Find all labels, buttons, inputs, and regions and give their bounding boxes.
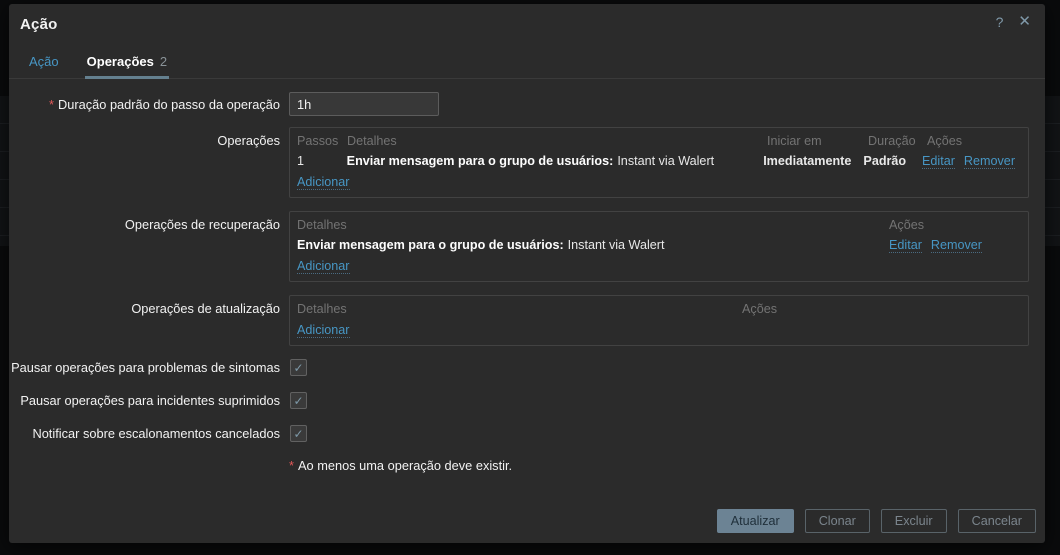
action-dialog: Ação ? ✕ Ação Operações 2 * Duração padrão…	[9, 4, 1045, 543]
tab-acao[interactable]: Ação	[27, 54, 61, 79]
operations-row: Operações Passos Detalhes Iniciar em Dur…	[9, 127, 1045, 198]
operation-details-target: Instant via Walert	[617, 154, 714, 168]
recovery-details-target: Instant via Walert	[568, 238, 665, 252]
header-detalhes: Detalhes	[340, 128, 760, 150]
close-icon[interactable]: ✕	[1018, 13, 1031, 31]
pause-symptom-row: Pausar operações para problemas de sinto…	[9, 359, 1045, 376]
pause-symptom-label: Pausar operações para problemas de sinto…	[9, 359, 289, 376]
recovery-details-type: Enviar mensagem para o grupo de usuários…	[297, 238, 564, 252]
pause-suppressed-checkbox[interactable]: ✓	[290, 392, 307, 409]
operation-step: 1	[290, 150, 340, 170]
header-duracao: Duração	[861, 128, 920, 150]
duration-input[interactable]	[289, 92, 439, 116]
tab-operacoes-label: Operações	[87, 54, 154, 69]
pause-suppressed-label: Pausar operações para incidentes suprimi…	[9, 392, 289, 409]
check-icon: ✓	[293, 362, 303, 374]
required-note: * Ao menos uma operação deve existir.	[289, 458, 1045, 473]
operations-form: * Duração padrão do passo da operação Ope…	[9, 79, 1045, 473]
edit-recovery-link[interactable]: Editar	[889, 238, 922, 253]
notify-cancelled-checkbox[interactable]: ✓	[290, 425, 307, 442]
duration-label-text: Duração padrão do passo da operação	[58, 97, 280, 112]
dialog-footer: Atualizar Clonar Excluir Cancelar	[717, 509, 1036, 533]
header-detalhes: Detalhes	[290, 296, 735, 318]
header-acoes: Ações	[882, 212, 1028, 234]
add-update-link[interactable]: Adicionar	[297, 323, 350, 338]
check-icon: ✓	[293, 395, 303, 407]
add-operation-link[interactable]: Adicionar	[297, 175, 350, 190]
update-add-row: Adicionar	[290, 318, 1028, 345]
recovery-operations-row: Operações de recuperação Detalhes Ações …	[9, 211, 1045, 282]
required-note-text: Ao menos uma operação deve existir.	[298, 458, 512, 473]
remove-operation-link[interactable]: Remover	[964, 154, 1015, 169]
add-recovery-link[interactable]: Adicionar	[297, 259, 350, 274]
screen: Ação ? ✕ Ação Operações 2 * Duração padrão…	[0, 0, 1060, 555]
operation-table-row: 1 Enviar mensagem para o grupo de usuári…	[290, 150, 1028, 170]
update-operations-row: Operações de atualização Detalhes Ações …	[9, 295, 1045, 346]
tab-bar: Ação Operações 2	[9, 54, 1045, 79]
update-table-header: Detalhes Ações	[290, 296, 1028, 318]
pause-symptom-checkbox[interactable]: ✓	[290, 359, 307, 376]
header-passos: Passos	[290, 128, 340, 150]
notify-cancelled-row: Notificar sobre escalonamentos cancelado…	[9, 425, 1045, 442]
help-icon[interactable]: ?	[996, 13, 1004, 31]
remove-recovery-link[interactable]: Remover	[931, 238, 982, 253]
update-button[interactable]: Atualizar	[717, 509, 794, 533]
operation-duration: Padrão	[856, 150, 915, 170]
operation-details-type: Enviar mensagem para o grupo de usuários…	[347, 154, 614, 168]
dialog-title: Ação	[20, 16, 57, 33]
operation-actions: Editar Remover	[915, 150, 1028, 170]
note-row: * Ao menos uma operação deve existir.	[9, 458, 1045, 473]
notify-cancelled-label: Notificar sobre escalonamentos cancelado…	[9, 425, 289, 442]
required-marker: *	[289, 458, 294, 473]
header-detalhes: Detalhes	[290, 212, 882, 234]
recovery-table-header: Detalhes Ações	[290, 212, 1028, 234]
cancel-button[interactable]: Cancelar	[958, 509, 1036, 533]
header-acoes: Ações	[735, 296, 1028, 318]
duration-label: * Duração padrão do passo da operação	[9, 92, 289, 113]
tab-acao-label: Ação	[29, 54, 59, 69]
edit-operation-link[interactable]: Editar	[922, 154, 955, 169]
recovery-details: Enviar mensagem para o grupo de usuários…	[290, 234, 882, 254]
delete-button[interactable]: Excluir	[881, 509, 947, 533]
required-marker: *	[49, 97, 54, 112]
clone-button[interactable]: Clonar	[805, 509, 870, 533]
header-acoes: Ações	[920, 128, 1028, 150]
dialog-header: Ação ? ✕	[9, 4, 1045, 33]
recovery-operations-table: Detalhes Ações Enviar mensagem para o gr…	[289, 211, 1029, 282]
check-icon: ✓	[293, 428, 303, 440]
operations-table: Passos Detalhes Iniciar em Duração Ações…	[289, 127, 1029, 198]
operations-add-row: Adicionar	[290, 170, 1028, 197]
recovery-table-row: Enviar mensagem para o grupo de usuários…	[290, 234, 1028, 254]
operations-label: Operações	[9, 127, 289, 149]
update-operations-table: Detalhes Ações Adicionar	[289, 295, 1029, 346]
pause-suppressed-row: Pausar operações para incidentes suprimi…	[9, 392, 1045, 409]
update-operations-label: Operações de atualização	[9, 295, 289, 317]
recovery-add-row: Adicionar	[290, 254, 1028, 281]
recovery-operations-label: Operações de recuperação	[9, 211, 289, 233]
recovery-actions: Editar Remover	[882, 234, 1028, 254]
operations-table-header: Passos Detalhes Iniciar em Duração Ações	[290, 128, 1028, 150]
tab-operacoes[interactable]: Operações 2	[85, 54, 169, 79]
duration-row: * Duração padrão do passo da operação	[9, 92, 1045, 116]
operation-details: Enviar mensagem para o grupo de usuários…	[340, 150, 757, 170]
header-iniciar-em: Iniciar em	[760, 128, 861, 150]
operation-start-in: Imediatamente	[756, 150, 856, 170]
tab-count-badge: 2	[160, 54, 167, 69]
dialog-header-icons: ? ✕	[996, 13, 1031, 31]
